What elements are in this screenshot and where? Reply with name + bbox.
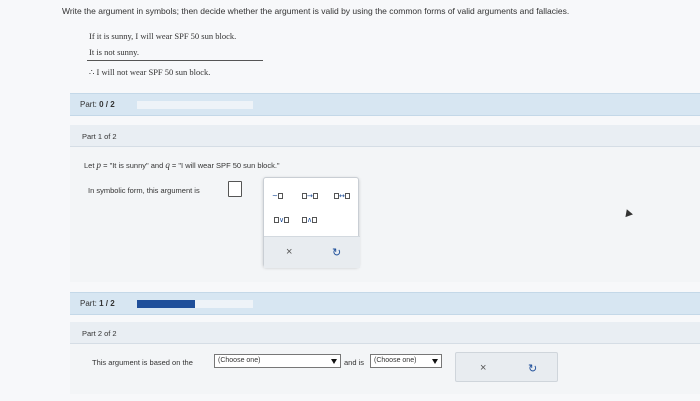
progress-track-2	[137, 300, 253, 308]
premise-2: It is not sunny.	[89, 47, 139, 57]
chevron-down-icon	[331, 359, 337, 364]
logic-keypad: ~ → ↔ ∨ ∧ × ↻	[263, 177, 360, 268]
progress-fill-2	[137, 300, 195, 308]
chevron-down-icon	[432, 359, 438, 364]
argument-divider	[87, 60, 263, 61]
part-2-sentence-mid: and is	[344, 358, 365, 367]
conditional-key[interactable]: →	[302, 192, 318, 200]
part-progress-label-2: Part: 1 / 2	[80, 299, 115, 308]
part-progress-label: Part: 0 / 2	[80, 100, 115, 109]
answer-actions: × ↻	[455, 352, 558, 382]
part-2-body	[70, 344, 700, 394]
undo-icon[interactable]: ↻	[528, 362, 537, 375]
biconditional-key[interactable]: ↔	[334, 192, 350, 200]
conjunction-key[interactable]: ∧	[302, 216, 318, 224]
variable-definitions: Let p = "It is sunny" and q = "I will we…	[84, 160, 280, 170]
conclusion: ∴ I will not wear SPF 50 sun block.	[89, 67, 211, 77]
question-prompt: Write the argument in symbols; then deci…	[62, 6, 570, 16]
argument-form-select[interactable]: (Choose one)	[214, 354, 341, 368]
symbolic-answer-input[interactable]	[228, 181, 242, 197]
undo-icon[interactable]: ↻	[332, 246, 341, 259]
clear-icon[interactable]: ×	[286, 246, 292, 258]
part-progress-bar: Part: 0 / 2	[70, 93, 700, 116]
part-2-sentence-start: This argument is based on the	[92, 358, 193, 367]
clear-icon[interactable]: ×	[480, 362, 486, 374]
progress-track	[137, 101, 253, 109]
keypad-actions: × ↻	[264, 236, 360, 268]
symbolic-form-prompt: In symbolic form, this argument is	[88, 186, 200, 195]
part-progress-bar-2: Part: 1 / 2	[70, 292, 700, 315]
validity-select[interactable]: (Choose one)	[370, 354, 442, 368]
disjunction-key[interactable]: ∨	[274, 216, 290, 224]
part-2-header: Part 2 of 2	[70, 322, 700, 344]
premise-1: If it is sunny, I will wear SPF 50 sun b…	[89, 31, 237, 41]
part-1-header: Part 1 of 2	[70, 125, 700, 147]
negation-key[interactable]: ~	[272, 192, 283, 200]
